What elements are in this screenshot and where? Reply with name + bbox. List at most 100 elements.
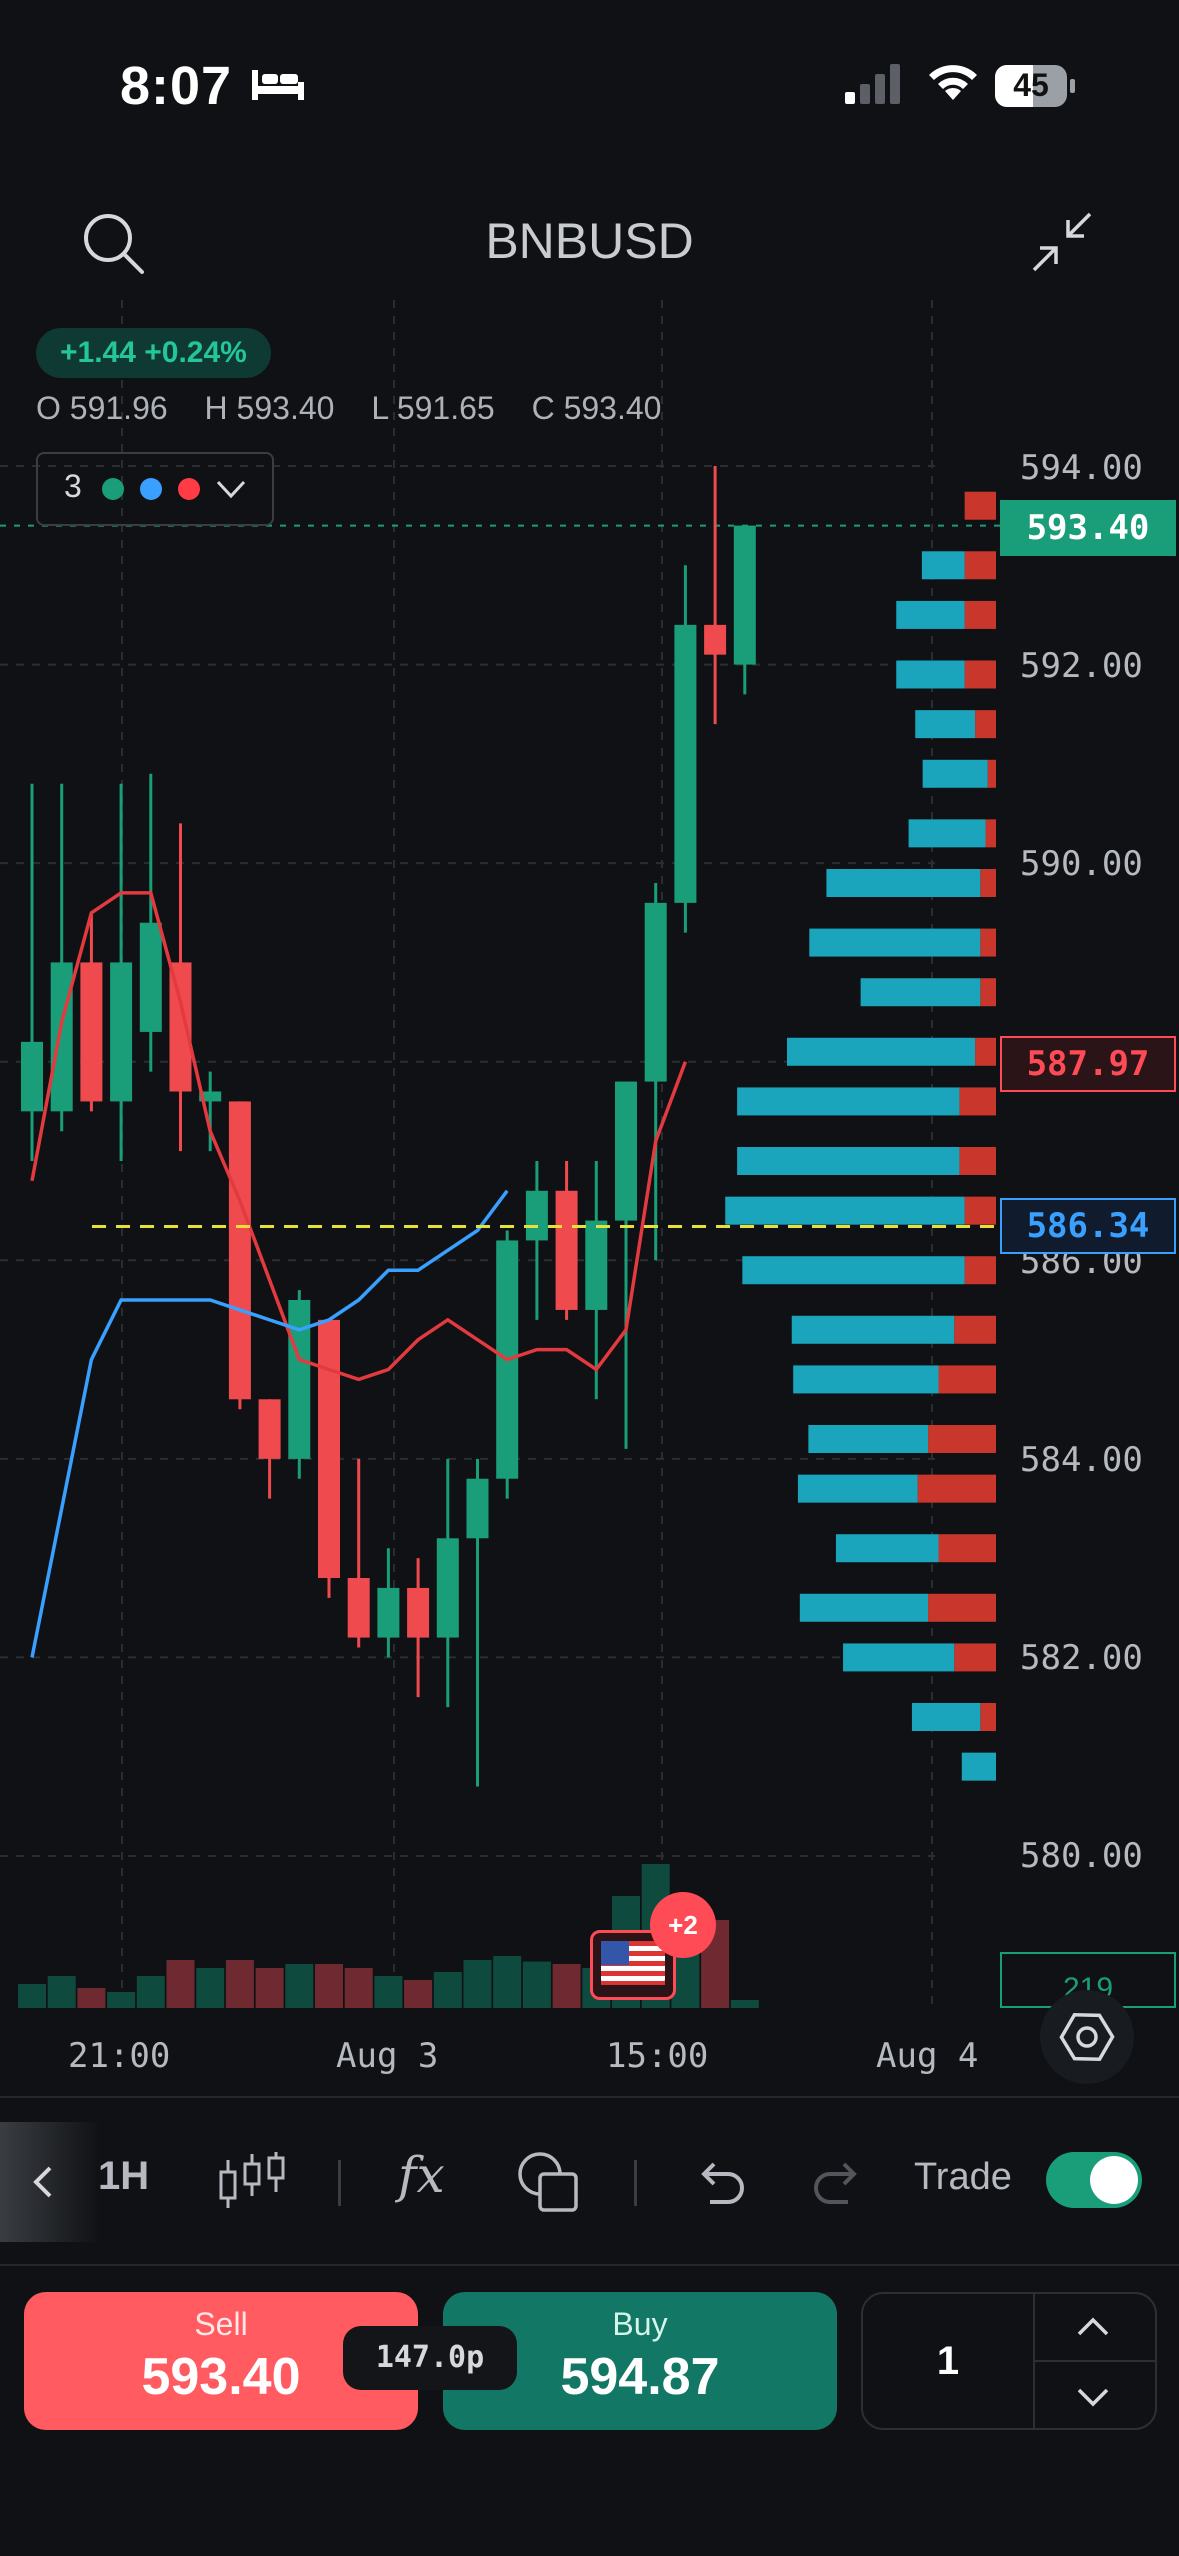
volume-profile-bar	[793, 1365, 939, 1394]
ohlc-readout: O 591.96 H 593.40 L 591.65 C 593.40	[36, 390, 689, 427]
volume-profile-bar	[791, 1315, 955, 1344]
close-value: C 593.40	[531, 390, 662, 426]
volume-bar	[47, 1976, 76, 2008]
volume-profile-bar	[961, 1752, 996, 1781]
volume-bar	[77, 1988, 106, 2008]
cellular-signal-icon	[845, 64, 900, 104]
volume-profile-bar	[843, 1643, 955, 1672]
volume-profile-bar	[915, 710, 976, 739]
volume-profile-bar	[921, 551, 965, 580]
open-value: O 591.96	[36, 390, 168, 426]
sleep-focus-icon	[252, 70, 304, 100]
volume-profile-bar	[980, 869, 996, 897]
collapse-icon[interactable]	[1030, 210, 1096, 276]
interval-button[interactable]: 1H	[98, 2154, 149, 2199]
volume-profile-bar	[954, 1643, 996, 1672]
volume-bar	[493, 1956, 522, 2008]
last-price-tag: 593.40	[1000, 500, 1176, 556]
candle-body	[733, 525, 756, 665]
volume-profile-bar	[980, 928, 996, 957]
volume-bar	[255, 1968, 284, 2008]
volume-profile-bar	[959, 1147, 996, 1175]
indicator-dot-blue	[140, 478, 162, 500]
indicator-dot-green	[102, 478, 124, 500]
volume-profile-bar	[922, 759, 988, 788]
ma-blue-price-tag: 586.34	[1000, 1198, 1176, 1254]
redo-icon[interactable]	[806, 2154, 866, 2214]
time-label: Aug 4	[876, 2036, 979, 2076]
volume-profile-bar	[928, 1593, 996, 1622]
volume-profile-bar	[737, 1147, 960, 1175]
price-tick: 592.00	[1020, 646, 1143, 686]
status-time: 8:07	[120, 56, 233, 116]
candle-body	[585, 1220, 608, 1310]
candle-body	[110, 962, 133, 1102]
volume-profile-bar	[938, 1534, 996, 1563]
candle-body	[50, 962, 73, 1112]
us-flag-icon	[601, 1941, 665, 1985]
volume-profile-bar	[928, 1425, 996, 1453]
volume-bar	[433, 1972, 462, 2008]
volume-profile-bar	[964, 1196, 996, 1225]
candle-body	[377, 1587, 400, 1638]
candle-body	[555, 1190, 578, 1310]
indicators-toggle[interactable]: 3	[36, 452, 274, 526]
time-label: Aug 3	[336, 2036, 439, 2076]
price-tick: 590.00	[1020, 844, 1143, 884]
event-count-badge[interactable]: +2	[650, 1892, 716, 1958]
indicators-fx-button[interactable]: fx	[398, 2146, 445, 2204]
volume-bar	[522, 1961, 551, 2008]
price-chart[interactable]	[0, 300, 1179, 2040]
ma-red-price-tag: 587.97	[1000, 1036, 1176, 1092]
toolbar-separator	[634, 2160, 637, 2206]
spread-badge: 147.0p	[343, 2326, 517, 2390]
volume-profile-bar	[808, 1425, 929, 1453]
quantity-stepper[interactable]: 1	[861, 2292, 1157, 2430]
toolbar-scroll-back[interactable]	[0, 2122, 100, 2242]
time-label: 21:00	[68, 2036, 171, 2076]
candle-body	[347, 1578, 370, 1638]
chart-settings-button[interactable]	[1040, 1990, 1134, 2084]
volume-bar	[404, 1980, 433, 2008]
price-tick: 582.00	[1020, 1638, 1143, 1678]
candle-body	[169, 962, 192, 1092]
volume-profile-bar	[737, 1087, 960, 1116]
volume-profile-bar	[797, 1474, 918, 1503]
increment-icon[interactable]	[1073, 2308, 1113, 2348]
volume-bar	[285, 1964, 314, 2008]
price-tick: 594.00	[1020, 448, 1143, 488]
drawing-tools-icon[interactable]	[514, 2148, 584, 2218]
volume-profile-bar	[954, 1315, 996, 1344]
indicator-count: 3	[64, 468, 82, 504]
volume-profile-bar	[964, 551, 996, 580]
price-tick: 580.00	[1020, 1836, 1143, 1876]
candle-body	[466, 1478, 489, 1539]
candlestick-type-icon[interactable]	[216, 2146, 288, 2218]
chart-toolbar: 1H fx Trade	[0, 2096, 1179, 2266]
volume-profile-bar	[975, 710, 996, 739]
volume-profile-bar	[799, 1593, 929, 1622]
candle-body	[21, 1041, 43, 1112]
volume-bar	[166, 1960, 195, 2008]
battery-indicator: 45	[995, 65, 1075, 107]
candle-body	[288, 1300, 311, 1459]
volume-bar	[107, 1992, 136, 2008]
symbol-title[interactable]: BNBUSD	[0, 212, 1179, 270]
quantity-value[interactable]: 1	[863, 2294, 1033, 2428]
volume-profile-bar	[835, 1534, 939, 1563]
candle-body	[407, 1587, 430, 1638]
volume-profile-bar	[911, 1703, 981, 1731]
candle-body	[318, 1319, 340, 1578]
battery-level: 45	[1013, 67, 1049, 103]
candle-body	[674, 624, 697, 903]
candle-body	[258, 1399, 281, 1459]
chevron-down-icon	[216, 480, 246, 499]
trade-toggle[interactable]	[1046, 2152, 1142, 2208]
volume-profile-bar	[964, 600, 996, 629]
volume-profile-bar	[826, 869, 981, 897]
decrement-icon[interactable]	[1073, 2376, 1113, 2416]
undo-icon[interactable]	[692, 2154, 752, 2214]
candle-body	[704, 624, 727, 655]
volume-profile-bar	[742, 1256, 965, 1285]
price-tick: 584.00	[1020, 1440, 1143, 1480]
